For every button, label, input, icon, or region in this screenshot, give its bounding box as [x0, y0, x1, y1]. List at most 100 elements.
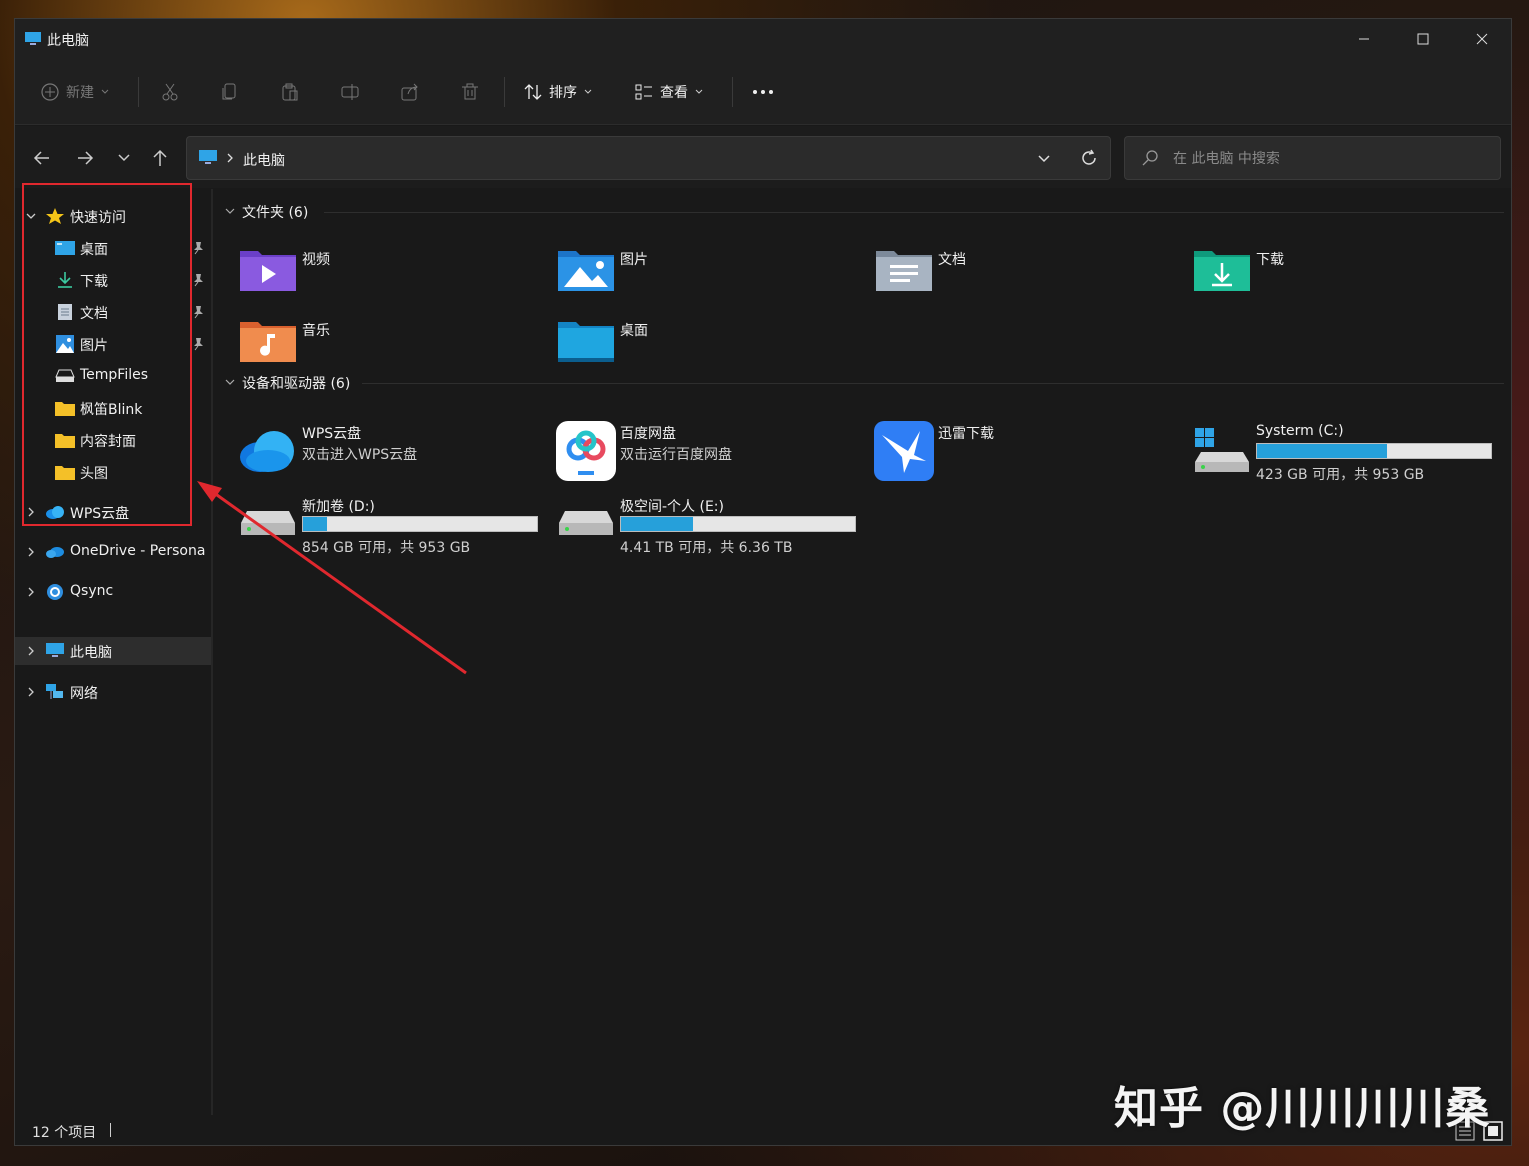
- up-button[interactable]: [146, 144, 174, 172]
- tile-label: Systerm (C:): [1256, 423, 1344, 439]
- section-title: 设备和驱动器 (6): [242, 376, 351, 392]
- pictures-folder-icon: [556, 239, 616, 299]
- delete-button[interactable]: [460, 77, 480, 107]
- sidebar-item-onedrive[interactable]: OneDrive - Persona: [15, 537, 211, 567]
- trash-icon: [462, 83, 478, 100]
- chevron-down-icon: [695, 89, 703, 94]
- chevron-down-icon: [225, 379, 235, 385]
- refresh-button[interactable]: [1079, 148, 1099, 172]
- maximize-button[interactable]: [1394, 19, 1452, 59]
- usage-bar: [302, 516, 538, 532]
- device-tile-drive-e[interactable]: 极空间-个人 (E:) 4.41 TB 可用，共 6.36 TB: [556, 494, 856, 560]
- pane-splitter[interactable]: [211, 189, 213, 1115]
- close-button[interactable]: [1453, 19, 1511, 59]
- recent-locations-button[interactable]: [110, 144, 138, 172]
- chevron-right-icon[interactable]: [25, 545, 37, 559]
- clipboard-icon: [282, 83, 298, 101]
- folder-tile-downloads[interactable]: 下载: [1192, 239, 1492, 305]
- share-icon: [401, 83, 418, 101]
- computer-icon: [199, 150, 217, 170]
- search-box[interactable]: [1124, 136, 1501, 180]
- chevron-right-icon[interactable]: [25, 685, 37, 699]
- share-button[interactable]: [400, 77, 420, 107]
- tile-label: WPS云盘: [302, 426, 362, 442]
- folder-tile-videos[interactable]: 视频: [238, 239, 538, 305]
- rename-button[interactable]: [340, 77, 360, 107]
- address-history-button[interactable]: [1037, 151, 1051, 170]
- ellipsis-icon: [753, 90, 773, 94]
- sidebar-item-network[interactable]: 网络: [15, 677, 211, 707]
- copy-icon: [222, 83, 236, 100]
- sidebar-item-label: 网络: [70, 686, 98, 702]
- back-button[interactable]: [28, 144, 56, 172]
- chevron-right-icon[interactable]: [25, 585, 37, 599]
- tile-label: 极空间-个人 (E:): [620, 499, 724, 515]
- sidebar-item-label: 此电脑: [70, 645, 112, 661]
- chevron-down-icon: [101, 89, 109, 94]
- annotation-highlight-box: [22, 183, 192, 526]
- folder-tile-pictures[interactable]: 图片: [556, 239, 856, 305]
- item-count: 12 个项目: [32, 1125, 97, 1141]
- rename-icon: [341, 84, 359, 100]
- devices-section-header[interactable]: 设备和驱动器 (6): [224, 372, 350, 394]
- tile-description: 854 GB 可用，共 953 GB: [302, 540, 471, 556]
- tile-description: 双击运行百度网盘: [620, 447, 732, 463]
- search-input[interactable]: [1173, 149, 1473, 169]
- navigation-bar: 此电脑: [15, 126, 1511, 188]
- copy-button[interactable]: [220, 77, 240, 107]
- pin-icon: [192, 273, 204, 287]
- paste-button[interactable]: [280, 77, 300, 107]
- chevron-right-icon[interactable]: [25, 644, 37, 658]
- section-title: 文件夹 (6): [242, 205, 309, 221]
- tile-label: 视频: [302, 252, 330, 268]
- tile-description: 双击进入WPS云盘: [302, 447, 418, 463]
- section-divider: [362, 383, 1504, 384]
- wps-cloud-icon: [238, 421, 298, 481]
- chevron-down-icon: [225, 208, 235, 214]
- breadcrumb[interactable]: 此电脑: [243, 150, 285, 170]
- folder-tile-music[interactable]: 音乐: [238, 310, 538, 376]
- qsync-icon: [45, 583, 65, 601]
- folder-tile-documents[interactable]: 文档: [874, 239, 1174, 305]
- usage-bar: [620, 516, 856, 532]
- device-tile-drive-c[interactable]: Systerm (C:) 423 GB 可用，共 953 GB: [1192, 421, 1502, 487]
- device-tile-xunlei[interactable]: 迅雷下载: [874, 421, 1174, 487]
- tile-label: 新加卷 (D:): [302, 499, 375, 515]
- sidebar-item-label: Qsync: [70, 583, 114, 599]
- pin-icon: [192, 337, 204, 351]
- folder-tile-desktop[interactable]: 桌面: [556, 310, 856, 376]
- tile-label: 百度网盘: [620, 426, 676, 442]
- tile-label: 下载: [1256, 252, 1284, 268]
- new-button[interactable]: 新建: [40, 77, 110, 107]
- usage-bar-fill: [1257, 444, 1388, 458]
- sidebar-item-qsync[interactable]: Qsync: [15, 577, 211, 607]
- view-button[interactable]: 查看: [634, 77, 704, 107]
- baidu-netdisk-icon: [556, 421, 616, 481]
- minimize-button[interactable]: [1335, 19, 1393, 59]
- divider: [504, 77, 505, 107]
- device-tile-baidu-netdisk[interactable]: 百度网盘 双击运行百度网盘: [556, 421, 856, 487]
- folders-section-header[interactable]: 文件夹 (6): [224, 201, 308, 223]
- file-explorer-window: 此电脑 新建 排序 查看 此电脑 在 此电脑 中搜索 快速访问 桌面 下载 文档…: [14, 18, 1512, 1146]
- video-folder-icon: [238, 239, 298, 299]
- sort-button[interactable]: 排序: [523, 77, 593, 107]
- window-title: 此电脑: [47, 33, 89, 49]
- command-bar: 新建 排序 查看: [15, 59, 1511, 125]
- sidebar-item-this-pc[interactable]: 此电脑: [15, 637, 211, 665]
- address-bar[interactable]: 此电脑: [186, 136, 1111, 180]
- tile-label: 图片: [620, 252, 648, 268]
- network-icon: [45, 683, 65, 701]
- arrow-left-icon: [33, 151, 49, 165]
- forward-button[interactable]: [71, 144, 99, 172]
- chevron-down-icon: [1038, 155, 1050, 163]
- view-label: 查看: [660, 85, 688, 101]
- cut-button[interactable]: [160, 77, 180, 107]
- usage-bar-fill: [303, 517, 328, 531]
- more-button[interactable]: [751, 77, 775, 107]
- tile-label: 文档: [938, 252, 966, 268]
- arrow-right-icon: [78, 151, 94, 165]
- drive-icon: [238, 494, 298, 554]
- device-tile-drive-d[interactable]: 新加卷 (D:) 854 GB 可用，共 953 GB: [238, 494, 538, 560]
- device-tile-wps-cloud[interactable]: WPS云盘 双击进入WPS云盘: [238, 421, 538, 487]
- section-divider: [324, 212, 1504, 213]
